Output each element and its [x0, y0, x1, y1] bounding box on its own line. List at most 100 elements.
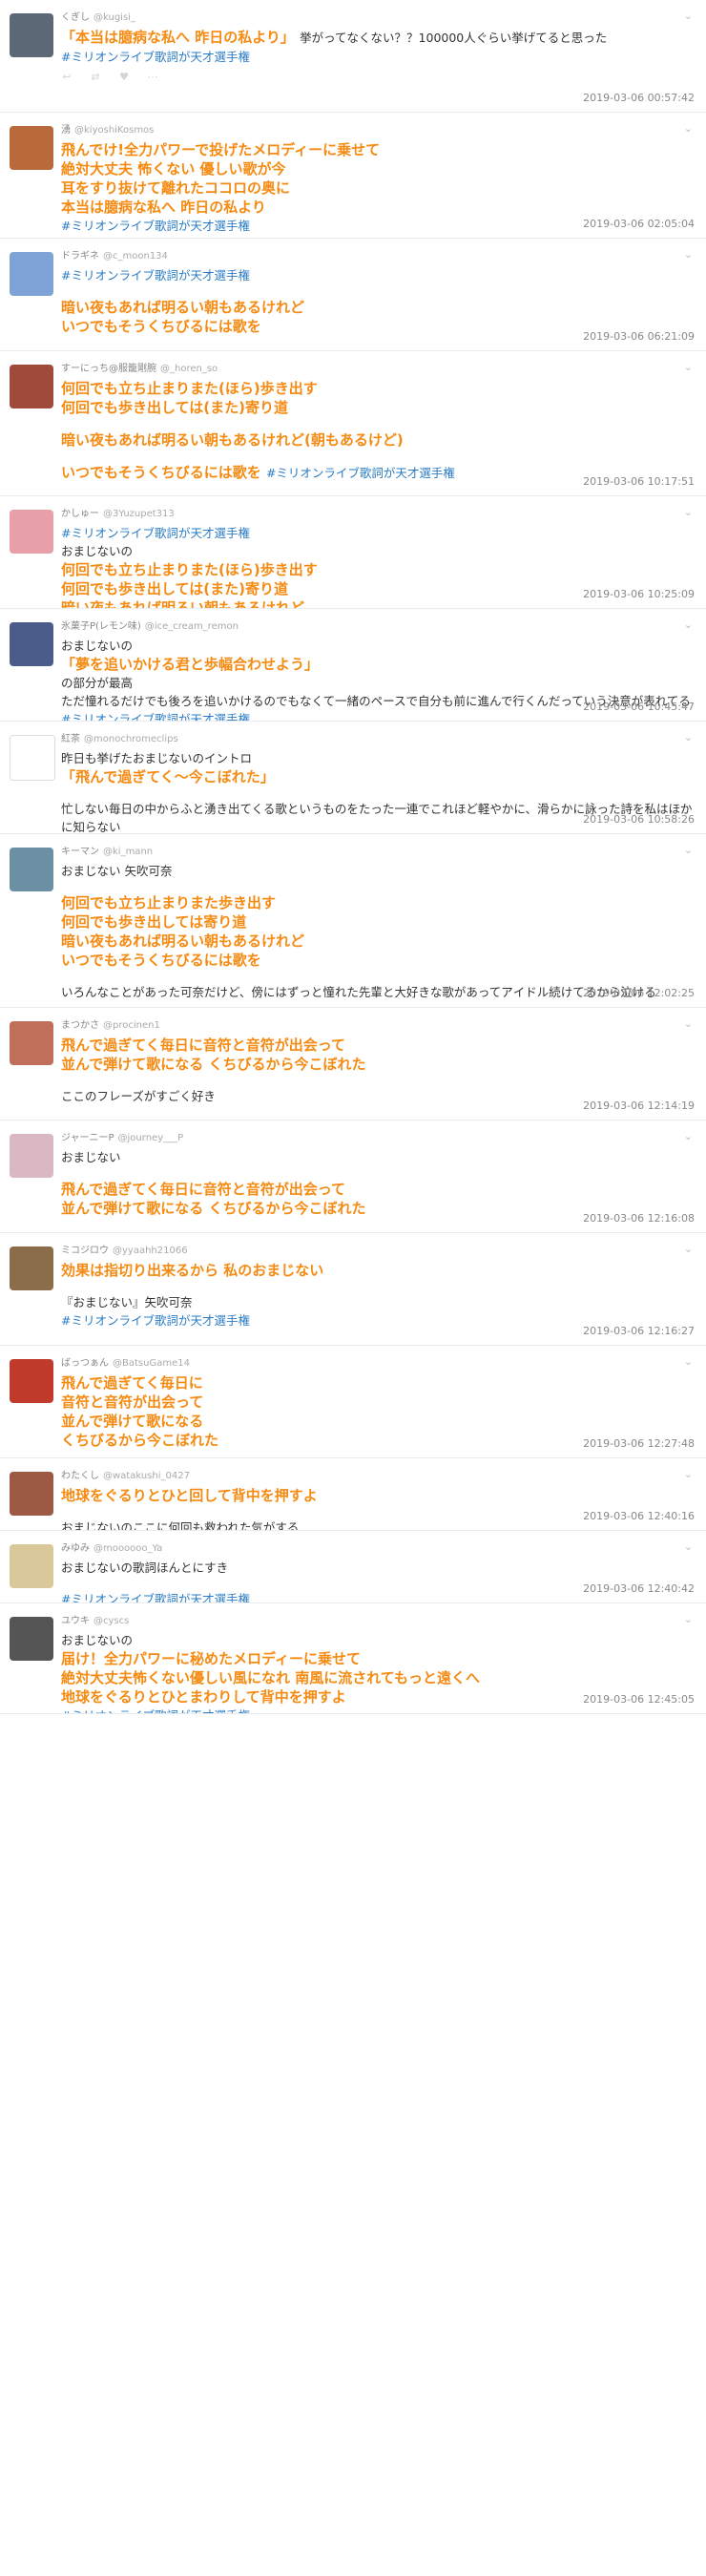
- avatar[interactable]: [10, 252, 53, 296]
- author-name[interactable]: ばっつぁん: [61, 1358, 109, 1369]
- timestamp[interactable]: 2019-03-06 12:02:25: [583, 987, 695, 999]
- author-name[interactable]: ジャーニーP: [61, 1133, 114, 1143]
- author-name[interactable]: 湧: [61, 125, 71, 136]
- chevron-down-icon[interactable]: ⌄: [684, 361, 693, 373]
- reply-icon[interactable]: ↩: [61, 72, 73, 83]
- timestamp[interactable]: 2019-03-06 10:25:09: [583, 588, 695, 600]
- author-handle[interactable]: @ice_cream_remon: [145, 621, 239, 632]
- avatar[interactable]: [10, 848, 53, 891]
- author-name[interactable]: ユウキ: [61, 1616, 90, 1626]
- tweet-text: 『おまじない』矢吹可奈: [61, 1295, 193, 1309]
- avatar[interactable]: [10, 1544, 53, 1588]
- author-handle[interactable]: @ki_mann: [103, 847, 153, 857]
- author-name[interactable]: くぎし: [61, 12, 90, 23]
- avatar[interactable]: [10, 510, 53, 554]
- hashtag-link[interactable]: #ミリオンライブ歌詞が天才選手権: [61, 1707, 695, 1713]
- chevron-down-icon[interactable]: ⌄: [684, 10, 693, 22]
- avatar[interactable]: [10, 622, 53, 666]
- timestamp[interactable]: 2019-03-06 00:57:42: [583, 92, 695, 104]
- author-handle[interactable]: @BatsuGame14: [113, 1358, 190, 1369]
- tweet-text: 昨日も挙げたおまじないのイントロ: [61, 751, 253, 765]
- chevron-down-icon[interactable]: ⌄: [684, 731, 693, 743]
- author-handle[interactable]: @kugisi_: [93, 12, 135, 23]
- author-handle[interactable]: @procinen1: [103, 1020, 160, 1031]
- author-name[interactable]: まつかさ: [61, 1020, 99, 1031]
- chevron-down-icon[interactable]: ⌄: [684, 1243, 693, 1255]
- author-handle[interactable]: @yyaahh21066: [113, 1246, 188, 1256]
- author-name[interactable]: かしゅー: [61, 509, 99, 519]
- author-handle[interactable]: @_horen_so: [160, 364, 218, 374]
- timestamp[interactable]: 2019-03-06 10:17:51: [583, 475, 695, 488]
- avatar[interactable]: [10, 126, 53, 170]
- avatar[interactable]: [10, 1134, 53, 1178]
- more-icon[interactable]: ⋯: [147, 72, 158, 83]
- timestamp[interactable]: 2019-03-06 12:27:48: [583, 1437, 695, 1450]
- author-handle[interactable]: @c_moon134: [103, 251, 168, 262]
- author-handle[interactable]: @kiyoshiKosmos: [74, 125, 154, 136]
- hashtag-link[interactable]: #ミリオンライブ歌詞が天才選手権: [61, 524, 695, 542]
- retweet-icon[interactable]: ⇄: [90, 72, 101, 83]
- lyric-quote: 飛んで過ぎてく毎日に音符と音符が出会って: [61, 1037, 346, 1054]
- avatar[interactable]: [10, 1617, 53, 1661]
- timestamp[interactable]: 2019-03-06 12:14:19: [583, 1100, 695, 1112]
- like-icon[interactable]: ♥: [118, 72, 130, 83]
- avatar[interactable]: [10, 1359, 53, 1403]
- chevron-down-icon[interactable]: ⌄: [684, 122, 693, 135]
- timestamp[interactable]: 2019-03-06 12:40:16: [583, 1510, 695, 1522]
- author-name[interactable]: みゆみ: [61, 1543, 90, 1554]
- chevron-down-icon[interactable]: ⌄: [684, 1017, 693, 1030]
- lyric-quote: 何回でも歩き出しては寄り道: [61, 913, 247, 931]
- chevron-down-icon[interactable]: ⌄: [684, 1540, 693, 1553]
- hashtag-link[interactable]: #ミリオンライブ歌詞が天才選手権: [266, 466, 455, 480]
- tweet-text: おまじないの: [61, 639, 134, 653]
- hashtag-link[interactable]: #ミリオンライブ歌詞が天才選手権: [61, 266, 695, 284]
- lyric-quote: 飛んで過ぎてく毎日に: [61, 1374, 203, 1392]
- timestamp[interactable]: 2019-03-06 06:21:09: [583, 330, 695, 343]
- lyric-quote: 何回でも立ち止まりまた(ほら)歩き出す: [61, 561, 318, 578]
- tweet-text: おまじないの歌詞ほんとにすき: [61, 1560, 229, 1575]
- timestamp[interactable]: 2019-03-06 12:16:08: [583, 1212, 695, 1225]
- author-handle[interactable]: @3Yuzupet313: [103, 509, 175, 519]
- chevron-down-icon[interactable]: ⌄: [684, 1355, 693, 1368]
- author-name[interactable]: 紅茶: [61, 734, 80, 744]
- lyric-quote: 絶対大丈夫 怖くない 優しい歌が今: [61, 160, 286, 178]
- author-handle[interactable]: @monochromeclips: [84, 734, 178, 744]
- timestamp[interactable]: 2019-03-06 10:58:26: [583, 813, 695, 826]
- chevron-down-icon[interactable]: ⌄: [684, 506, 693, 518]
- author-name[interactable]: ドラギネ: [61, 251, 99, 262]
- timestamp[interactable]: 2019-03-06 10:45:47: [583, 701, 695, 713]
- avatar[interactable]: [10, 365, 53, 408]
- chevron-down-icon[interactable]: ⌄: [684, 248, 693, 261]
- timestamp[interactable]: 2019-03-06 12:16:27: [583, 1325, 695, 1337]
- chevron-down-icon[interactable]: ⌄: [684, 1613, 693, 1625]
- lyric-quote: 本当は臆病な私へ 昨日の私より: [61, 199, 266, 216]
- avatar[interactable]: [10, 1021, 53, 1065]
- author-name[interactable]: すーにっち@服籠剛腕: [61, 364, 156, 374]
- author-name[interactable]: ミコジロウ: [61, 1246, 109, 1256]
- avatar[interactable]: [10, 735, 55, 781]
- author-name[interactable]: 氷菓子P(レモン味): [61, 621, 141, 632]
- chevron-down-icon[interactable]: ⌄: [684, 1468, 693, 1480]
- tweet-author: まつかさ @procinen1: [61, 1019, 695, 1033]
- timestamp[interactable]: 2019-03-06 12:45:05: [583, 1693, 695, 1706]
- avatar[interactable]: [10, 1246, 53, 1290]
- avatar[interactable]: [10, 13, 53, 57]
- chevron-down-icon[interactable]: ⌄: [684, 1130, 693, 1142]
- tweet-author: ばっつぁん @BatsuGame14: [61, 1357, 695, 1371]
- hashtag-link[interactable]: #ミリオンライブ歌詞が天才選手権: [61, 48, 695, 66]
- chevron-down-icon[interactable]: ⌄: [684, 844, 693, 856]
- avatar[interactable]: [10, 1472, 53, 1516]
- author-name[interactable]: キーマン: [61, 847, 99, 857]
- timestamp[interactable]: 2019-03-06 02:05:04: [583, 218, 695, 230]
- author-handle[interactable]: @watakushi_0427: [103, 1471, 190, 1481]
- author-name[interactable]: わたくし: [61, 1471, 99, 1481]
- author-handle[interactable]: @moooooo_Ya: [93, 1543, 162, 1554]
- author-handle[interactable]: @journey___P: [118, 1133, 184, 1143]
- timestamp[interactable]: 2019-03-06 12:40:42: [583, 1582, 695, 1595]
- chevron-down-icon[interactable]: ⌄: [684, 618, 693, 631]
- author-handle[interactable]: @cyscs: [93, 1616, 129, 1626]
